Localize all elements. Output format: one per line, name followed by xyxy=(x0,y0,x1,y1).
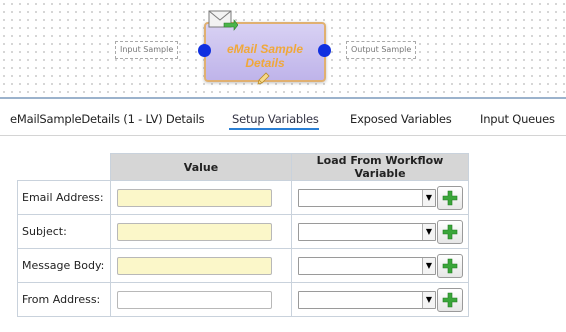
dropdown-arrow-icon[interactable]: ▼ xyxy=(422,190,435,206)
header-blank xyxy=(17,153,111,181)
node-title-line2: Details xyxy=(245,56,285,70)
add-workflow-variable-button[interactable] xyxy=(437,254,463,278)
table-row: Message Body: ▼ xyxy=(17,248,469,283)
tab-details[interactable]: eMailSampleDetails (1 - LV) Details xyxy=(10,112,205,126)
envelope-icon xyxy=(208,10,238,31)
plus-icon xyxy=(442,258,458,274)
header-value: Value xyxy=(110,153,292,181)
email-address-input[interactable] xyxy=(117,188,272,207)
message-body-input[interactable] xyxy=(117,256,272,275)
row-label: Message Body: xyxy=(17,248,111,283)
tab-setup-variables[interactable]: Setup Variables xyxy=(232,112,319,126)
plus-icon xyxy=(442,224,458,240)
tab-exposed-variables[interactable]: Exposed Variables xyxy=(350,112,452,126)
setup-variables-table: Value Load From Workflow Variable Email … xyxy=(17,153,469,317)
from-address-workflow-select[interactable]: ▼ xyxy=(298,291,436,309)
row-label: Subject: xyxy=(17,214,111,249)
output-sample-box[interactable]: Output Sample xyxy=(346,41,417,59)
dropdown-arrow-icon[interactable]: ▼ xyxy=(422,292,435,308)
from-address-input[interactable] xyxy=(117,290,272,309)
table-row: Subject: ▼ xyxy=(17,214,469,249)
details-tabs: eMailSampleDetails (1 - LV) Details Setu… xyxy=(0,97,566,136)
message-body-workflow-select[interactable]: ▼ xyxy=(298,257,436,275)
dropdown-arrow-icon[interactable]: ▼ xyxy=(422,258,435,274)
node-input-port[interactable] xyxy=(198,44,211,57)
header-workflow-variable: Load From Workflow Variable xyxy=(291,153,469,181)
add-workflow-variable-button[interactable] xyxy=(437,186,463,210)
node-output-port[interactable] xyxy=(318,44,331,57)
row-label: Email Address: xyxy=(17,180,111,215)
row-label: From Address: xyxy=(17,282,111,317)
table-row: From Address: ▼ xyxy=(17,282,469,317)
email-address-workflow-select[interactable]: ▼ xyxy=(298,189,436,207)
subject-input[interactable] xyxy=(117,222,272,241)
node-title-line1: eMail Sample xyxy=(226,42,304,56)
subject-workflow-select[interactable]: ▼ xyxy=(298,223,436,241)
add-workflow-variable-button[interactable] xyxy=(437,220,463,244)
table-header-row: Value Load From Workflow Variable xyxy=(17,153,469,181)
tab-input-queues[interactable]: Input Queues xyxy=(480,112,555,126)
pencil-icon[interactable] xyxy=(256,72,270,86)
plus-icon xyxy=(442,292,458,308)
plus-icon xyxy=(442,190,458,206)
input-sample-box[interactable]: Input Sample xyxy=(115,41,179,59)
add-workflow-variable-button[interactable] xyxy=(437,288,463,312)
active-tab-indicator xyxy=(229,128,319,130)
dropdown-arrow-icon[interactable]: ▼ xyxy=(422,224,435,240)
workflow-canvas[interactable]: Input Sample Output Sample eMail Sample … xyxy=(0,0,566,94)
node-title: eMail Sample Details xyxy=(206,42,324,70)
table-row: Email Address: ▼ xyxy=(17,180,469,215)
